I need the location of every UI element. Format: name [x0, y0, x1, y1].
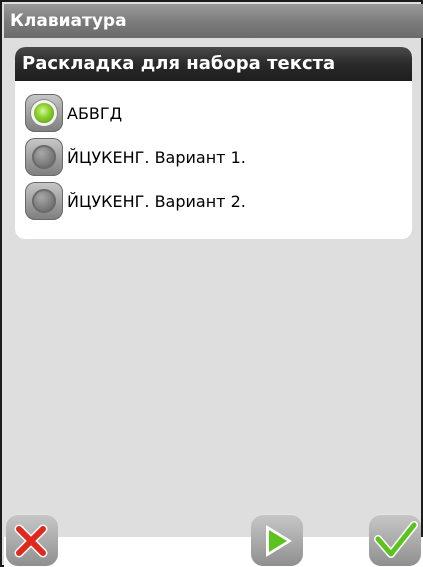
cancel-button[interactable] — [6, 514, 58, 566]
play-icon — [266, 525, 292, 557]
app-window: Клавиатура Раскладка для набора текста А… — [0, 0, 423, 567]
panel-header: Раскладка для набора текста — [15, 47, 412, 81]
radio-button[interactable] — [25, 182, 63, 220]
close-icon — [14, 524, 48, 558]
radio-option-abvgd[interactable]: АБВГД — [25, 93, 405, 133]
radio-option-jcuken-1[interactable]: ЙЦУКЕНГ. Вариант 1. — [25, 137, 405, 177]
window-title: Клавиатура — [4, 4, 423, 38]
radio-dot-icon — [34, 103, 54, 123]
keyboard-layout-panel: Раскладка для набора текста АБВГД ЙЦУКЕН… — [15, 47, 412, 239]
ok-button[interactable] — [369, 514, 421, 566]
radio-option-label: ЙЦУКЕНГ. Вариант 2. — [67, 191, 246, 211]
bottom-toolbar — [4, 537, 423, 567]
radio-option-label: АБВГД — [67, 103, 123, 123]
next-button[interactable] — [251, 514, 303, 566]
radio-button[interactable] — [25, 138, 63, 176]
radio-button-selected[interactable] — [25, 94, 63, 132]
check-icon — [374, 521, 418, 558]
radio-option-label: ЙЦУКЕНГ. Вариант 1. — [67, 147, 246, 167]
radio-option-jcuken-2[interactable]: ЙЦУКЕНГ. Вариант 2. — [25, 181, 405, 221]
radio-dot-icon — [32, 145, 56, 169]
radio-dot-icon — [32, 189, 56, 213]
